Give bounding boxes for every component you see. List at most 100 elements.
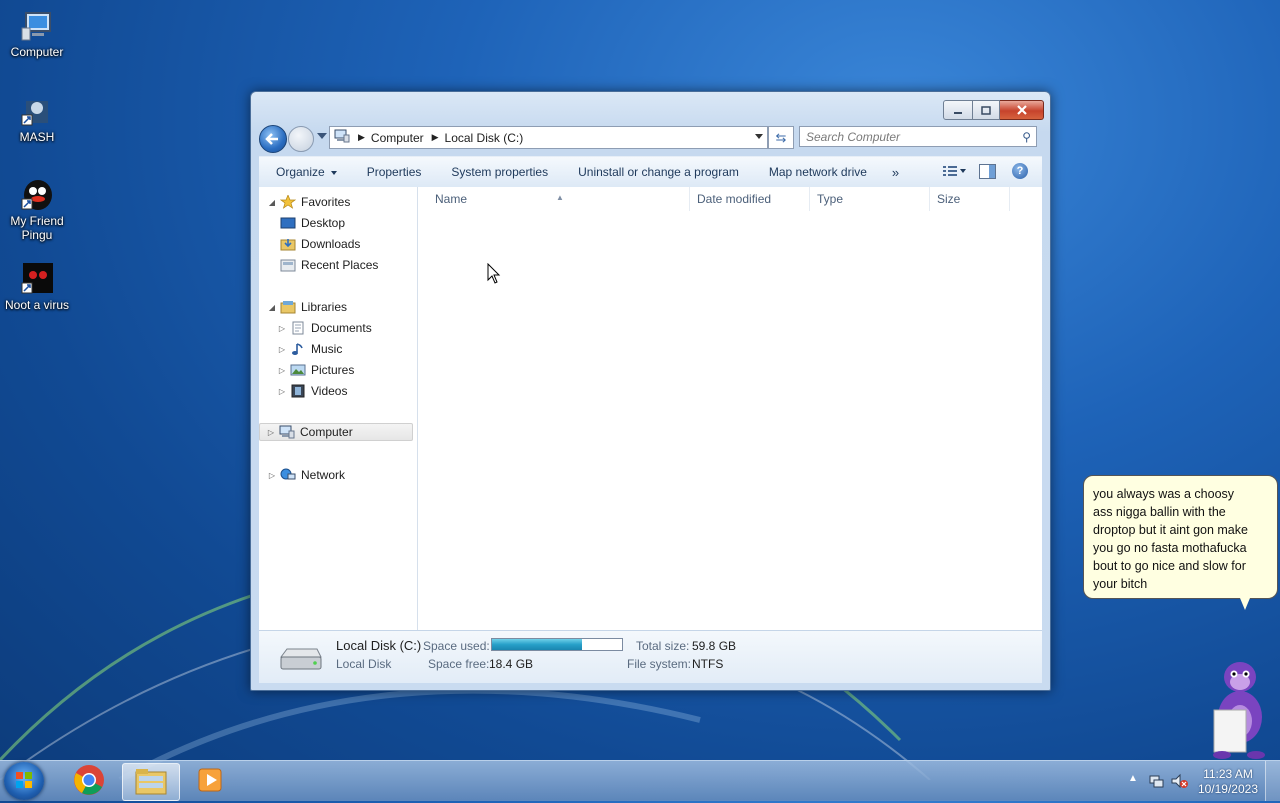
desktop-icon-label: MASH (19, 130, 55, 144)
taskbar: ▲ 11:23 AM 10/19/2023 (0, 760, 1280, 801)
more-commands-chevron-icon[interactable]: » (882, 165, 909, 180)
change-view-icon[interactable] (942, 164, 958, 178)
music-icon (290, 342, 306, 356)
start-button[interactable] (4, 762, 44, 800)
tree-label: Documents (311, 321, 372, 335)
navigation-bar: ▶ Computer ▶ Local Disk (C:) ⇆ Search Co… (259, 125, 1042, 153)
map-network-drive-button[interactable]: Map network drive (754, 165, 882, 179)
breadcrumb-separator[interactable]: ▶ (432, 132, 439, 143)
explorer-icon (134, 766, 168, 799)
file-system-value: NTFS (692, 657, 724, 671)
tree-videos[interactable]: ▷ Videos (277, 382, 348, 400)
view-options-dropdown[interactable] (960, 169, 966, 173)
minimize-button[interactable] (943, 100, 973, 120)
expand-arrow-icon[interactable]: ▷ (267, 471, 277, 480)
refresh-button[interactable]: ⇆ (768, 126, 794, 149)
file-list[interactable]: ▲ Name Date modified Type Size (418, 187, 1042, 630)
taskbar-explorer[interactable] (122, 763, 180, 801)
system-tray: ▲ 11:23 AM 10/19/2023 (1120, 761, 1280, 801)
preview-pane-icon[interactable] (979, 164, 996, 179)
taskbar-chrome[interactable] (62, 763, 116, 799)
pingu-shortcut-icon (20, 177, 54, 211)
speech-bubble: you always was a choosy ass nigga ballin… (1083, 475, 1278, 599)
search-icon[interactable]: ⚲ (1022, 127, 1031, 148)
mash-shortcut-icon (20, 93, 54, 127)
tree-libraries[interactable]: ◢ Libraries (267, 298, 347, 316)
expand-arrow-icon[interactable]: ▷ (266, 428, 276, 437)
desktop-icon-noot[interactable]: Noot a virus (0, 261, 74, 312)
space-free-label: Space free: (428, 657, 490, 671)
clock-date: 10/19/2023 (1197, 782, 1258, 796)
clock[interactable]: 11:23 AM 10/19/2023 (1198, 767, 1258, 797)
close-button[interactable] (1000, 100, 1044, 120)
command-bar: Organize Properties System properties Un… (259, 156, 1042, 188)
tree-documents[interactable]: ▷ Documents (277, 319, 372, 337)
restore-button[interactable] (973, 100, 1000, 120)
pictures-icon (290, 363, 306, 377)
documents-icon (290, 321, 306, 335)
tree-music[interactable]: ▷ Music (277, 340, 342, 358)
bonzi-assistant-icon[interactable] (1200, 655, 1280, 760)
show-desktop-button[interactable] (1265, 761, 1280, 801)
expand-arrow-icon[interactable]: ▷ (277, 324, 287, 333)
expand-arrow-icon[interactable]: ▷ (277, 345, 287, 354)
system-properties-button[interactable]: System properties (436, 165, 563, 179)
tree-desktop[interactable]: Desktop (277, 214, 345, 232)
tree-label: Libraries (301, 300, 348, 314)
desktop-icon-mash[interactable]: MASH (0, 93, 74, 144)
network-icon (280, 468, 296, 482)
breadcrumb-local-disk[interactable]: Local Disk (C:) (445, 131, 524, 145)
taskbar-media-player[interactable] (183, 763, 237, 799)
tree-label: Computer (300, 425, 353, 439)
organize-button[interactable]: Organize (259, 165, 352, 179)
column-header-type[interactable]: Type (810, 187, 930, 211)
expand-arrow-icon[interactable]: ▷ (277, 366, 287, 375)
drive-kind: Local Disk (336, 657, 392, 671)
tree-network[interactable]: ▷ Network (267, 466, 345, 484)
forward-button[interactable] (288, 126, 314, 152)
desktop-icon-pingu[interactable]: My Friend Pingu (0, 177, 74, 242)
tree-label: Network (301, 468, 346, 482)
help-icon[interactable]: ? (1012, 163, 1028, 179)
search-input[interactable]: Search Computer ⚲ (799, 126, 1037, 147)
back-button[interactable] (259, 125, 287, 153)
tree-recent-places[interactable]: Recent Places (277, 256, 378, 274)
breadcrumb-computer[interactable]: Computer (371, 131, 424, 145)
properties-button[interactable]: Properties (352, 165, 437, 179)
tree-pictures[interactable]: ▷ Pictures (277, 361, 354, 379)
speech-line: droptop but it aint gon make (1093, 523, 1248, 537)
tree-label: Favorites (301, 195, 351, 209)
tree-computer[interactable]: ▷ Computer (259, 423, 413, 441)
show-hidden-icons-icon[interactable]: ▲ (1128, 773, 1138, 784)
desktop-icon-computer[interactable]: Computer (0, 8, 74, 59)
desktop-icon-label: Computer (10, 45, 64, 59)
column-header-size[interactable]: Size (930, 187, 1010, 211)
space-used-bar (491, 638, 623, 651)
collapse-arrow-icon[interactable]: ◢ (267, 198, 277, 207)
address-dropdown-arrow[interactable] (755, 134, 763, 139)
explorer-window: ▶ Computer ▶ Local Disk (C:) ⇆ Search Co… (250, 91, 1051, 691)
speech-bubble-tail (1240, 598, 1250, 610)
address-bar[interactable]: ▶ Computer ▶ Local Disk (C:) (329, 126, 768, 149)
tree-label: Downloads (301, 237, 361, 251)
breadcrumb-separator[interactable]: ▶ (358, 132, 365, 143)
space-free-value: 18.4 GB (489, 657, 534, 671)
tree-downloads[interactable]: Downloads (277, 235, 360, 253)
column-header-date-modified[interactable]: Date modified (690, 187, 810, 211)
column-header-name[interactable]: ▲ Name (418, 187, 690, 211)
computer-icon (20, 8, 54, 42)
network-tray-icon[interactable] (1148, 773, 1164, 792)
expand-arrow-icon[interactable]: ▷ (277, 387, 287, 396)
collapse-arrow-icon[interactable]: ◢ (267, 303, 277, 312)
videos-icon (290, 384, 306, 398)
computer-icon (279, 425, 295, 439)
noot-shortcut-icon (20, 261, 54, 295)
recent-pages-dropdown[interactable] (317, 133, 327, 139)
volume-muted-icon[interactable] (1170, 773, 1188, 792)
tree-favorites[interactable]: ◢ Favorites (267, 193, 350, 211)
search-placeholder: Search Computer (806, 130, 901, 144)
navigation-pane: ◢ Favorites Desktop Downloads Recent Pla… (259, 187, 418, 630)
recent-places-icon (280, 258, 296, 272)
uninstall-program-button[interactable]: Uninstall or change a program (563, 165, 754, 179)
hard-drive-icon (277, 645, 322, 671)
